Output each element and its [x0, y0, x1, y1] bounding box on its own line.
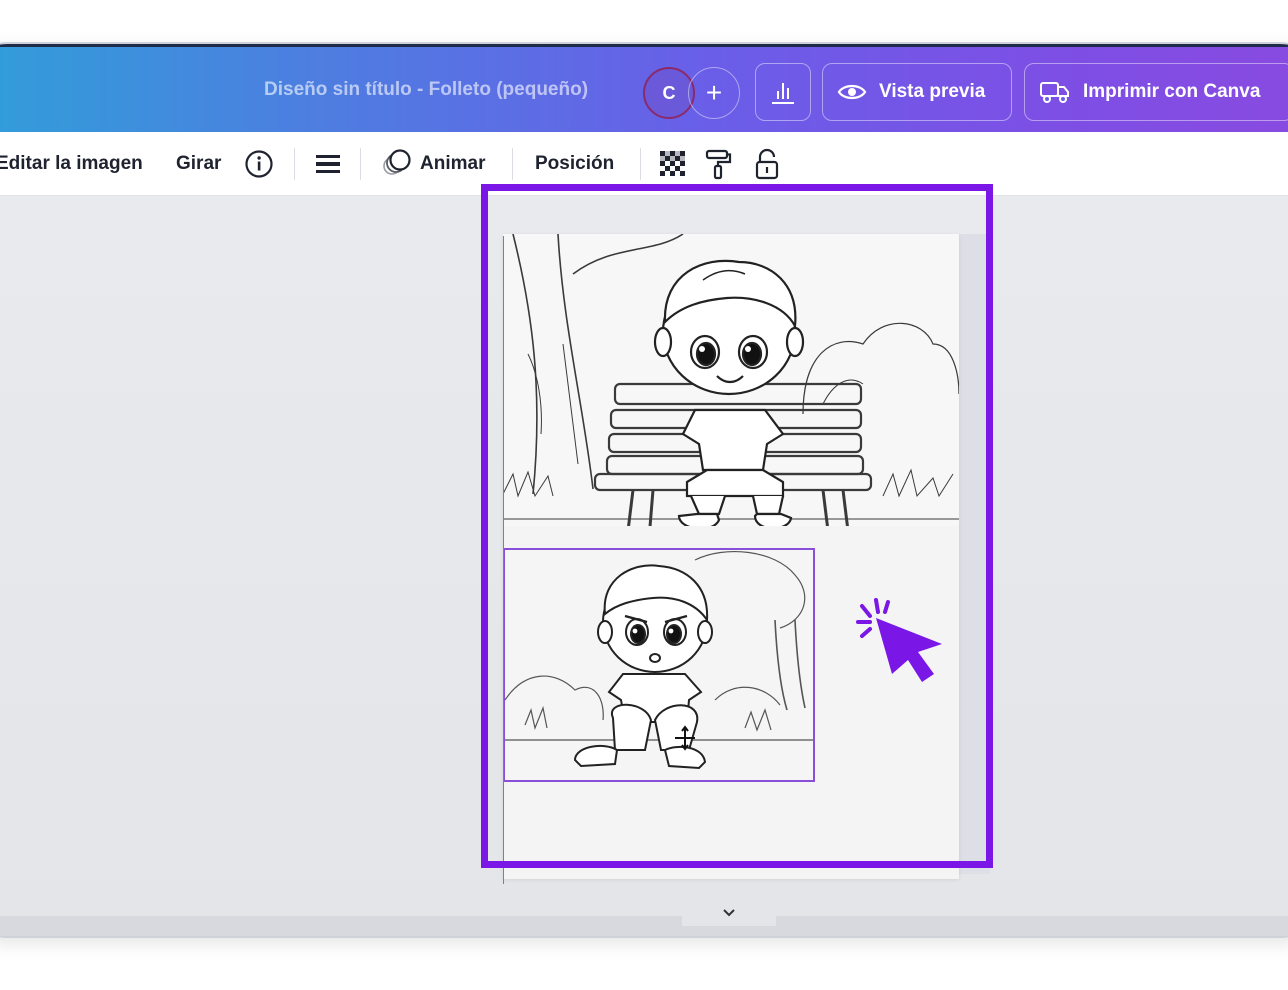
bottom-panel — [0, 916, 1288, 936]
click-cursor-icon — [856, 598, 942, 682]
preview-button[interactable]: Vista previa — [822, 63, 1012, 121]
print-label: Imprimir con Canva — [1083, 81, 1261, 102]
animate-icon — [383, 149, 411, 175]
toolbar-divider — [360, 148, 361, 180]
app-window: Diseño sin título - Folleto (pequeño) C … — [0, 44, 1288, 936]
insights-button[interactable] — [755, 63, 811, 121]
print-with-canva-button[interactable]: Imprimir con Canva — [1024, 63, 1288, 121]
design-canvas[interactable] — [0, 184, 1288, 936]
add-collaborator-button[interactable]: + — [688, 67, 740, 119]
lock-icon — [755, 148, 779, 180]
paint-roller-icon — [705, 149, 732, 180]
animate-button[interactable]: Animar — [380, 132, 485, 196]
toolbar-divider — [294, 148, 295, 180]
page-highlight-box — [481, 184, 993, 868]
lines-icon — [316, 155, 340, 173]
info-icon — [245, 150, 273, 178]
header-bar: Diseño sin título - Folleto (pequeño) C … — [0, 44, 1288, 132]
document-title[interactable]: Diseño sin título - Folleto (pequeño) — [264, 79, 588, 101]
truck-icon — [1040, 82, 1069, 103]
rotate-label: Girar — [176, 153, 222, 174]
animate-label: Animar — [420, 153, 486, 174]
edit-image-button[interactable]: Editar la imagen — [0, 132, 143, 196]
transparency-icon — [660, 151, 685, 176]
info-button[interactable] — [244, 132, 274, 196]
chart-icon — [772, 83, 794, 104]
expand-pages-button[interactable] — [682, 900, 776, 926]
preview-label: Vista previa — [879, 81, 986, 102]
toolbar-divider — [640, 148, 641, 180]
position-label: Posición — [535, 153, 615, 174]
chevron-down-icon — [723, 909, 735, 917]
eye-icon — [837, 84, 867, 100]
edit-image-label: Editar la imagen — [0, 153, 143, 174]
toolbar-divider — [512, 148, 513, 180]
line-options-button[interactable] — [314, 132, 342, 196]
rotate-button[interactable]: Girar — [176, 132, 221, 196]
